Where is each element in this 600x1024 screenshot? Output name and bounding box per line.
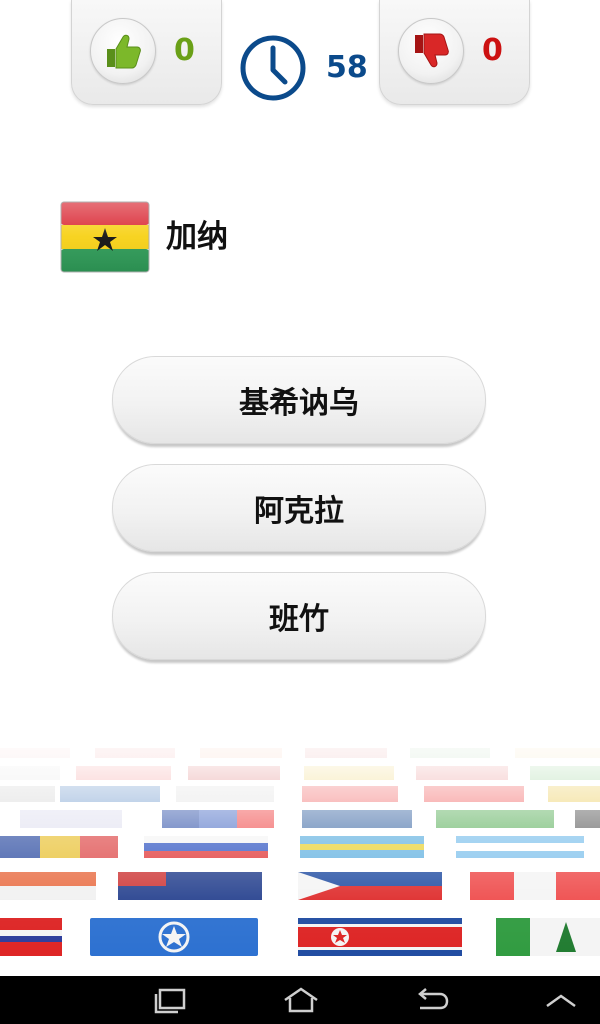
clock-icon	[240, 35, 306, 101]
answer-button-1[interactable]: 基希讷乌	[112, 356, 486, 444]
wrong-count: 0	[482, 33, 503, 68]
home-icon[interactable]	[282, 986, 320, 1014]
question-country: 加纳	[166, 219, 228, 255]
flag-wall-background	[0, 718, 600, 976]
correct-count: 0	[174, 33, 195, 68]
ghana-flag-icon	[60, 201, 150, 273]
thumbs-up-icon	[90, 18, 156, 84]
answer-button-3[interactable]: 班竹	[112, 572, 486, 660]
menu-up-icon[interactable]	[544, 986, 578, 1014]
thumbs-down-icon	[398, 18, 464, 84]
correct-score-card: 0	[71, 0, 222, 105]
navigation-bar	[0, 976, 600, 1024]
timer-value: 58	[326, 50, 368, 85]
wrong-score-card: 0	[379, 0, 530, 105]
back-icon[interactable]	[412, 986, 450, 1014]
answer-button-2[interactable]: 阿克拉	[112, 464, 486, 552]
recent-apps-icon[interactable]	[152, 986, 188, 1014]
